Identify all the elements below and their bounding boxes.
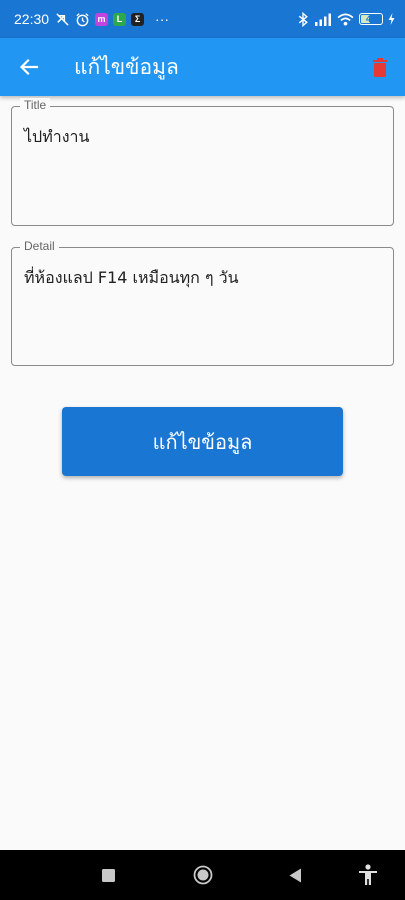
- notification-icons: m L Σ ···: [55, 11, 169, 27]
- page-title: แก้ไขข้อมูล: [74, 54, 179, 79]
- title-label: Title: [20, 98, 51, 112]
- detail-input[interactable]: ที่ห้องแลป F14 เหมือนทุก ๆ วัน: [24, 266, 239, 291]
- sync-off-icon: [56, 12, 69, 26]
- wifi-icon: [337, 13, 354, 26]
- bluetooth-icon: [298, 11, 308, 27]
- edit-submit-button[interactable]: แก้ไขข้อมูล: [62, 407, 343, 476]
- more-notifications: ···: [155, 11, 170, 27]
- detail-field[interactable]: Detail ที่ห้องแลป F14 เหมือนทุก ๆ วัน: [11, 239, 394, 366]
- system-nav-bar: [0, 850, 405, 900]
- line-icon: L: [113, 12, 127, 26]
- app-bar: แก้ไขข้อมูล: [0, 38, 405, 96]
- nav-back-button[interactable]: [282, 850, 308, 900]
- charging-icon: [388, 13, 395, 25]
- alarm-icon: [76, 12, 89, 26]
- battery-icon: 43: [359, 13, 383, 25]
- battery-level: 43: [365, 14, 376, 24]
- accessibility-button[interactable]: [354, 850, 382, 900]
- accessibility-icon: [359, 864, 377, 885]
- delete-button[interactable]: [355, 38, 405, 96]
- sigma-app-icon: Σ: [131, 12, 145, 26]
- title-input[interactable]: ไปทำงาน: [24, 125, 89, 150]
- back-button[interactable]: [0, 38, 58, 96]
- detail-label: Detail: [20, 239, 59, 253]
- title-field[interactable]: Title ไปทำงาน: [11, 98, 394, 226]
- status-time: 22:30: [14, 11, 50, 27]
- back-triangle-icon: [289, 868, 301, 882]
- recent-apps-button[interactable]: [94, 850, 122, 900]
- home-icon: [193, 865, 213, 885]
- signal-icon: [315, 13, 331, 26]
- trash-icon: [373, 57, 387, 77]
- messenger-icon: m: [95, 12, 109, 26]
- system-icons: 43: [297, 11, 395, 27]
- status-bar: 22:30 m L Σ ··· 43: [0, 0, 405, 38]
- home-button[interactable]: [188, 850, 218, 900]
- arrow-left-icon: [19, 58, 39, 76]
- recent-apps-icon: [101, 868, 115, 882]
